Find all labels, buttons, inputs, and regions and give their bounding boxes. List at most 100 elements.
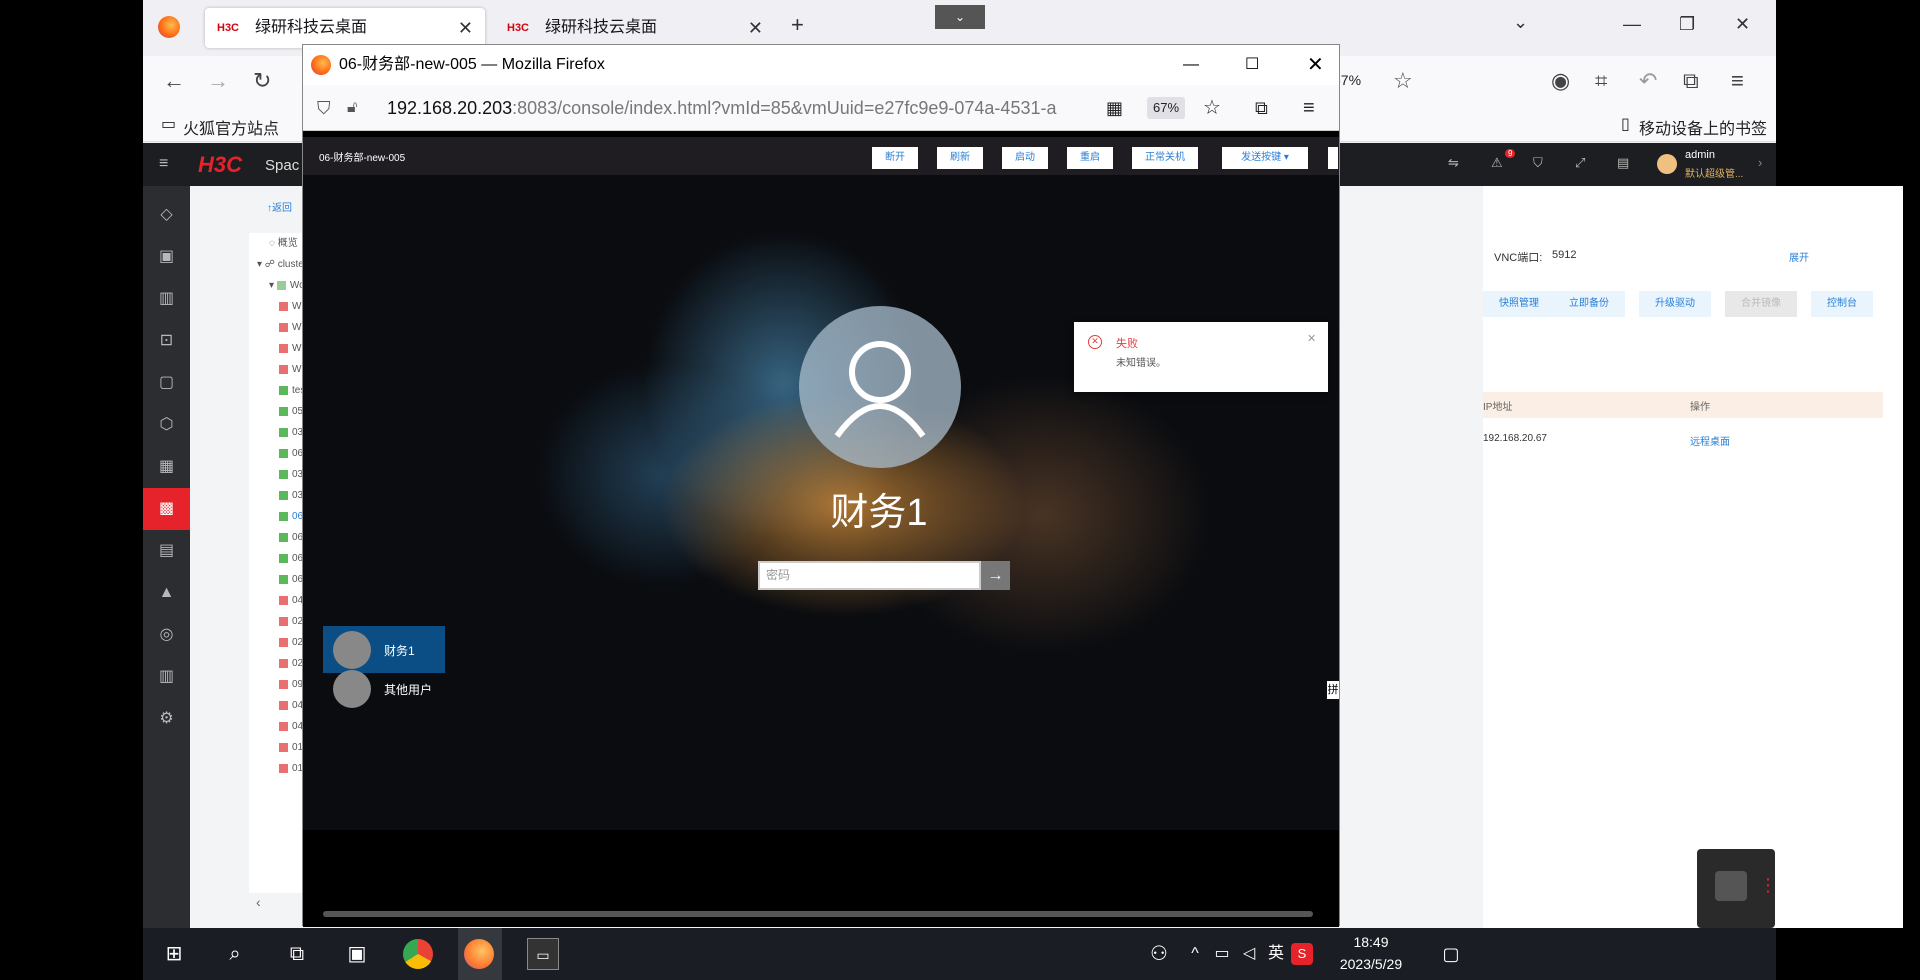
extensions-icon[interactable]: ⧉ [1683, 68, 1699, 94]
popup-minimize-icon[interactable]: — [1183, 45, 1199, 85]
tree-scroll-left-icon[interactable]: ‹ [256, 894, 261, 910]
tree-overview[interactable]: ◌ 概览 [269, 233, 298, 254]
nic-table: IP地址 操作 192.168.20.67 远程桌面 [1483, 392, 1883, 462]
tab-2[interactable]: H3C 绿研科技云桌面 ✕ [495, 8, 775, 48]
people-icon[interactable]: ⚇ [1143, 938, 1175, 970]
vm-status-icon [279, 301, 288, 311]
error-toast: ✕ 失败 未知错误。 ✕ [1074, 322, 1328, 392]
toolbar-extra-button[interactable] [1328, 147, 1338, 169]
user-tile-other[interactable]: 其他用户 [323, 665, 445, 712]
settings-icon[interactable]: ⚙ [143, 698, 190, 740]
menu-icon[interactable]: ≡ [1731, 68, 1744, 94]
tab-overflow-icon[interactable]: ⌄ [935, 5, 985, 29]
book-icon[interactable]: ▥ [143, 278, 190, 320]
clipboard-icon[interactable]: ▤ [1617, 155, 1629, 171]
topo-icon[interactable]: ⇋ [1448, 155, 1459, 171]
storage-icon[interactable]: ▤ [143, 530, 190, 572]
submit-arrow-icon[interactable]: → [981, 561, 1010, 590]
user-avatar[interactable] [1657, 154, 1677, 174]
send-keys-button[interactable]: 发送按键 ▾ [1222, 147, 1308, 169]
chrome-icon[interactable] [403, 939, 433, 969]
refresh-button[interactable]: 刷新 [937, 147, 983, 169]
alert-icon[interactable]: ⚠ [1491, 155, 1503, 171]
firefox-logo-icon[interactable] [158, 16, 180, 38]
restore-icon[interactable]: ❐ [1679, 14, 1695, 35]
backup-button[interactable]: 立即备份 [1553, 291, 1625, 317]
console-button[interactable]: 控制台 [1811, 291, 1873, 317]
bookmark-firefox-site[interactable]: 火狐官方站点 [183, 115, 279, 139]
undo-icon[interactable]: ↶ [1639, 68, 1657, 94]
forward-icon[interactable]: → [207, 68, 229, 94]
popup-zoom-badge[interactable]: 67% [1147, 97, 1186, 119]
vm-status-icon [279, 763, 288, 773]
briefcase-icon[interactable]: ▣ [143, 236, 190, 278]
popup-star-icon[interactable]: ☆ [1203, 85, 1221, 131]
windows-taskbar: ⊞ ⌕ ⧉ ▣ ▭ ⚇ ^ ▭ ◁ 英 S 18:49 2023/5/29 ▢ [143, 928, 1776, 980]
shutdown-button[interactable]: 正常关机 [1132, 147, 1198, 169]
popup-maximize-icon[interactable]: ☐ [1245, 45, 1259, 85]
box-icon[interactable]: ⬡ [143, 404, 190, 446]
upgrade-driver-button[interactable]: 升级驱动 [1639, 291, 1711, 317]
building-icon[interactable]: ▦ [143, 446, 190, 488]
hamburger-icon[interactable]: ≡ [159, 155, 168, 173]
clock-time[interactable]: 18:49 [1341, 934, 1401, 950]
trash-icon[interactable]: ▥ [143, 656, 190, 698]
floating-control[interactable]: ⋮ [1697, 849, 1777, 928]
url-text[interactable]: 192.168.20.203:8083/console/index.html?v… [387, 85, 1112, 131]
task-view-icon[interactable]: ⧉ [281, 938, 313, 970]
account-icon[interactable]: ◉ [1551, 68, 1570, 94]
qr-code-icon[interactable]: ▦ [1106, 85, 1123, 131]
list-tabs-icon[interactable]: ⌄ [1513, 12, 1528, 33]
popup-menu-icon[interactable]: ≡ [1303, 85, 1315, 131]
tracking-shield-icon[interactable]: ⛉ [317, 85, 331, 131]
toast-close-icon[interactable]: ✕ [1307, 332, 1316, 345]
disconnect-button[interactable]: 断开 [872, 147, 918, 169]
screenshot-icon[interactable]: ⌗ [1595, 68, 1607, 94]
snapshot-button[interactable]: 快照管理 [1483, 291, 1555, 317]
clock-date[interactable]: 2023/5/29 [1328, 956, 1414, 972]
minimize-icon[interactable]: — [1623, 14, 1641, 35]
popup-title-bar: 06-财务部-new-005 — Mozilla Firefox — ☐ ✕ [303, 45, 1339, 85]
more-vertical-icon[interactable]: ⋮ [1759, 875, 1777, 896]
search-icon[interactable]: ⌕ [219, 938, 251, 970]
monitor-icon[interactable]: ⊡ [143, 320, 190, 362]
insecure-lock-icon[interactable]: 🔓︎ [347, 85, 357, 131]
popup-scrollbar[interactable] [323, 911, 1313, 917]
chevron-right-icon[interactable]: › [1758, 155, 1762, 170]
panel-icon[interactable]: ▢ [143, 362, 190, 404]
terminal-icon[interactable]: ▭ [527, 938, 559, 970]
restart-button[interactable]: 重启 [1067, 147, 1113, 169]
popup-extensions-icon[interactable]: ⧉ [1255, 85, 1268, 131]
new-tab-icon[interactable]: + [791, 12, 804, 38]
datacenter-icon[interactable]: ▩ [143, 488, 190, 530]
close-window-icon[interactable]: ✕ [1735, 14, 1750, 35]
reload-icon[interactable]: ↻ [253, 68, 271, 94]
back-link[interactable]: ↑返回 [267, 199, 292, 214]
tab-1-close-icon[interactable]: ✕ [458, 8, 473, 48]
bookmark-star-icon[interactable]: ☆ [1393, 68, 1413, 94]
popup-close-icon[interactable]: ✕ [1307, 45, 1324, 85]
bookmark-mobile[interactable]: 移动设备上的书签 [1639, 115, 1767, 139]
tab-1[interactable]: H3C 绿研科技云桌面 ✕ [205, 8, 485, 48]
bulb-icon[interactable]: ◎ [143, 614, 190, 656]
remote-desktop-link[interactable]: 远程桌面 [1690, 433, 1730, 448]
video-icon[interactable] [1715, 871, 1747, 901]
shield-icon[interactable]: ⛉ [1533, 155, 1543, 171]
back-icon[interactable]: ← [163, 68, 185, 94]
vm-status-icon [279, 364, 288, 374]
vnc-screen[interactable]: 财务1 密码 → ✕ 失败 未知错误。 ✕ 财务1 其他用户 拼 [303, 175, 1339, 830]
notification-icon[interactable]: ▢ [1435, 938, 1467, 970]
triangle-icon[interactable]: ▲ [143, 572, 190, 614]
start-button[interactable]: 启动 [1002, 147, 1048, 169]
ime-mode[interactable]: 英 [1260, 938, 1292, 970]
password-input[interactable]: 密码 [758, 561, 981, 590]
network-app-icon[interactable]: ▣ [341, 938, 373, 970]
layers-icon[interactable]: ◇ [143, 194, 190, 236]
fullscreen-icon[interactable]: ⤢ [1575, 155, 1585, 171]
tab-2-close-icon[interactable]: ✕ [748, 8, 763, 48]
sogou-icon[interactable]: S [1291, 943, 1313, 965]
vm-status-icon [279, 469, 288, 479]
expand-link[interactable]: 展开 [1789, 249, 1809, 264]
user-silhouette-icon [834, 341, 926, 438]
start-windows-icon[interactable]: ⊞ [158, 938, 190, 970]
